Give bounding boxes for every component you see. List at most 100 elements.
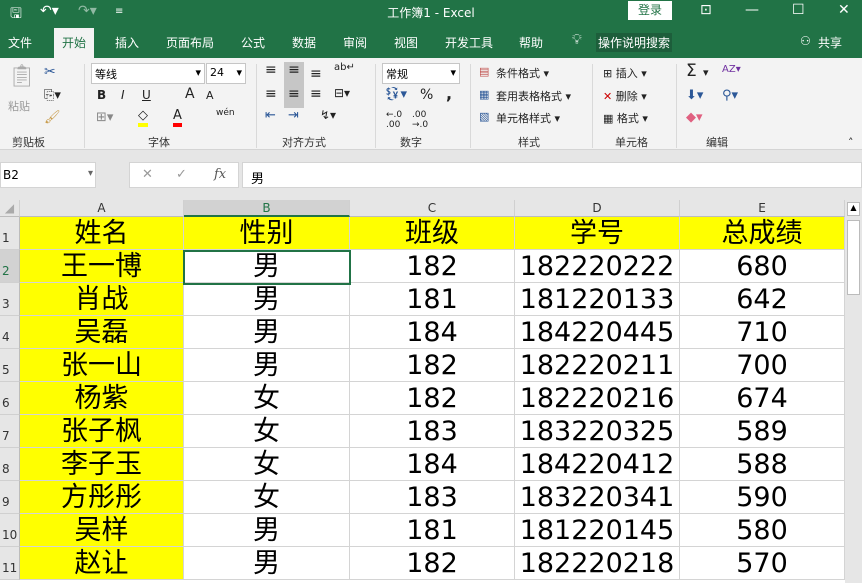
login-button[interactable]: 登录 [628, 1, 672, 20]
table-cell[interactable]: 590 [680, 481, 845, 514]
fill-color-icon[interactable]: ◇ [138, 108, 148, 127]
clear-icon[interactable]: ◆▾ [686, 110, 703, 125]
table-cell[interactable]: 184220445 [515, 316, 680, 349]
table-cell[interactable]: 张子枫 [20, 415, 184, 448]
share-icon[interactable]: ⚇ [800, 34, 811, 48]
scroll-thumb[interactable] [847, 220, 860, 295]
name-box[interactable]: B2 ▾ [0, 162, 96, 188]
row-header[interactable]: 1 [0, 217, 20, 250]
table-cell[interactable]: 570 [680, 547, 845, 580]
table-cell[interactable]: 女 [184, 481, 350, 514]
paste-button[interactable]: 粘贴 [8, 98, 30, 114]
table-cell[interactable]: 男 [184, 283, 350, 316]
increase-decimal-icon[interactable]: ←.0.00 [386, 110, 402, 130]
shrink-font-button[interactable]: A [206, 89, 214, 102]
header-cell[interactable]: 性别 [184, 217, 350, 250]
table-cell[interactable]: 184220412 [515, 448, 680, 481]
tell-me-search[interactable]: 操作说明搜索 [596, 33, 673, 52]
row-header[interactable]: 8 [0, 448, 20, 481]
table-cell[interactable]: 吴磊 [20, 316, 184, 349]
row-header[interactable]: 11 [0, 547, 20, 580]
autosum-button[interactable]: Σ [686, 61, 697, 81]
table-cell[interactable]: 男 [184, 349, 350, 382]
align-left-icon[interactable]: ≡ [265, 86, 277, 102]
decrease-decimal-icon[interactable]: .00 →.0 [412, 110, 428, 130]
header-cell[interactable]: 学号 [515, 217, 680, 250]
table-cell[interactable]: 女 [184, 415, 350, 448]
italic-button[interactable]: I [121, 88, 125, 102]
font-size-select[interactable]: 24 ▾ [206, 63, 246, 84]
table-cell[interactable]: 184 [350, 316, 515, 349]
fill-icon[interactable]: ⬇▾ [686, 88, 703, 103]
table-cell[interactable]: 680 [680, 250, 845, 283]
font-name-select[interactable]: 等线 ▾ [91, 63, 205, 84]
select-all-button[interactable]: ◢ [0, 200, 20, 217]
increase-indent-icon[interactable]: ⇥ [288, 108, 299, 123]
enter-icon[interactable]: ✓ [176, 167, 187, 182]
table-cell[interactable]: 男 [184, 250, 350, 283]
tab-review[interactable]: 审阅 [343, 34, 367, 51]
table-cell[interactable]: 王一博 [20, 250, 184, 283]
share-button[interactable]: 共享 [818, 34, 842, 51]
table-cell[interactable]: 182 [350, 547, 515, 580]
format-cells-button[interactable]: ▦ 格式 ▾ [603, 110, 648, 126]
align-center-icon[interactable]: ≡ [288, 86, 300, 102]
table-cell[interactable]: 588 [680, 448, 845, 481]
scroll-up-icon[interactable]: ▲ [847, 202, 860, 216]
tab-view[interactable]: 视图 [394, 34, 418, 51]
table-cell[interactable]: 674 [680, 382, 845, 415]
merge-center-icon[interactable]: ⊟▾ [334, 86, 350, 100]
row-header[interactable]: 6 [0, 382, 20, 415]
tab-file[interactable]: 文件 [8, 34, 32, 51]
tab-formulas[interactable]: 公式 [241, 34, 265, 51]
row-header[interactable]: 4 [0, 316, 20, 349]
table-cell[interactable]: 张一山 [20, 349, 184, 382]
autosum-dropdown-icon[interactable]: ▾ [703, 66, 709, 79]
table-cell[interactable]: 183220325 [515, 415, 680, 448]
cancel-icon[interactable]: ✕ [142, 167, 153, 182]
table-cell[interactable]: 589 [680, 415, 845, 448]
table-cell[interactable]: 女 [184, 448, 350, 481]
border-icon[interactable]: ⊞▾ [96, 110, 113, 125]
table-cell[interactable]: 李子玉 [20, 448, 184, 481]
close-icon[interactable]: ✕ [838, 2, 850, 18]
grow-font-button[interactable]: A [185, 86, 195, 102]
vertical-scrollbar[interactable]: ▲ [845, 200, 862, 583]
column-header-D[interactable]: D [515, 200, 680, 217]
table-cell[interactable]: 183 [350, 415, 515, 448]
table-cell[interactable]: 182220218 [515, 547, 680, 580]
table-cell[interactable]: 男 [184, 547, 350, 580]
conditional-format-button[interactable]: 条件格式 ▾ [496, 65, 549, 81]
format-painter-icon[interactable]: 🖌︎ [44, 110, 61, 125]
row-header[interactable]: 3 [0, 283, 20, 316]
table-cell[interactable]: 183220341 [515, 481, 680, 514]
row-header[interactable]: 10 [0, 514, 20, 547]
table-cell[interactable]: 182220216 [515, 382, 680, 415]
column-header-C[interactable]: C [350, 200, 515, 217]
table-cell[interactable]: 赵让 [20, 547, 184, 580]
row-header[interactable]: 7 [0, 415, 20, 448]
table-cell[interactable]: 700 [680, 349, 845, 382]
copy-icon[interactable]: ⎘▾ [44, 88, 61, 103]
table-cell[interactable]: 182 [350, 349, 515, 382]
column-header-B[interactable]: B [184, 200, 350, 217]
insert-function-icon[interactable]: fx [214, 167, 226, 182]
table-cell[interactable]: 吴样 [20, 514, 184, 547]
currency-icon[interactable]: 💱︎▾ [384, 87, 407, 102]
orientation-icon[interactable]: ab↵ [334, 62, 355, 73]
table-cell[interactable]: 男 [184, 316, 350, 349]
formula-input[interactable]: 男 [242, 162, 862, 188]
number-format-select[interactable]: 常规 ▾ [382, 63, 460, 84]
table-cell[interactable]: 642 [680, 283, 845, 316]
header-cell[interactable]: 姓名 [20, 217, 184, 250]
table-cell[interactable]: 184 [350, 448, 515, 481]
cell-styles-button[interactable]: 单元格样式 ▾ [496, 110, 560, 126]
cut-icon[interactable]: ✂ [44, 64, 56, 80]
ribbon-display-icon[interactable]: ⊡ [700, 2, 712, 18]
phonetic-button[interactable]: wén [216, 108, 235, 118]
tab-page-layout[interactable]: 页面布局 [166, 34, 214, 51]
table-cell[interactable]: 方彤彤 [20, 481, 184, 514]
bold-button[interactable]: B [97, 88, 106, 102]
underline-button[interactable]: U [142, 88, 151, 102]
tab-insert[interactable]: 插入 [115, 34, 139, 51]
